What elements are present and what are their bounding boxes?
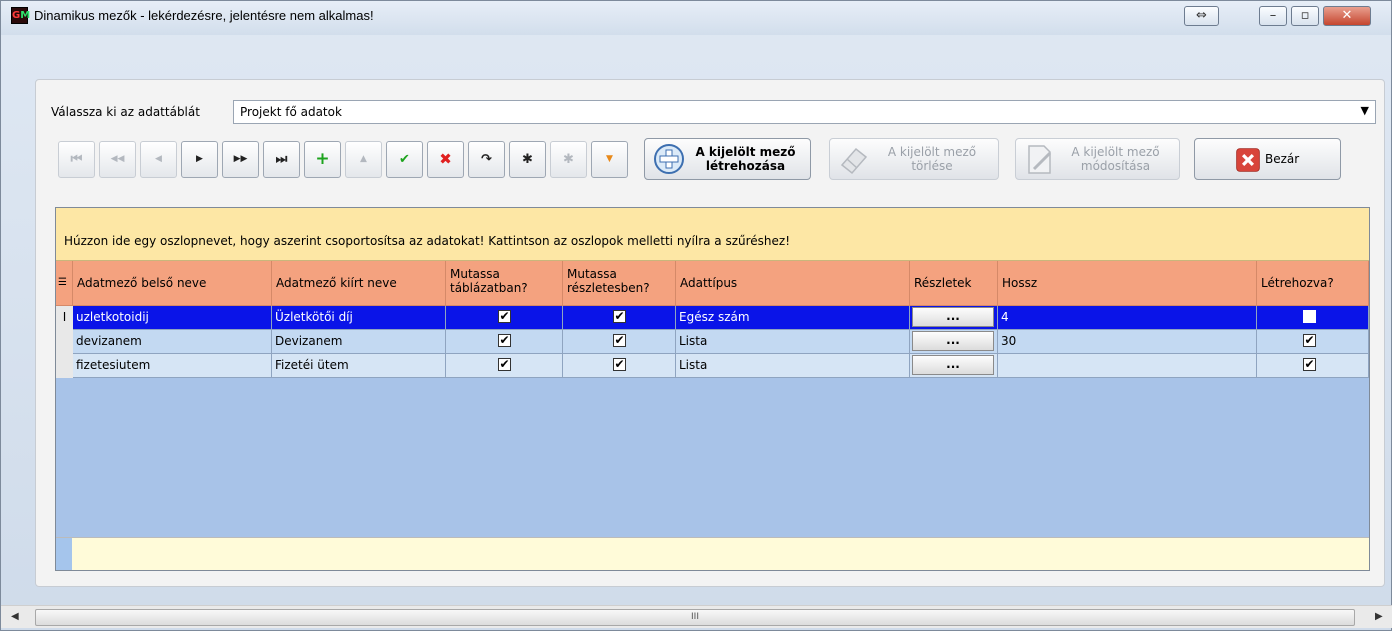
create-field-button[interactable]: A kijelölt mező létrehozása [644,138,811,180]
chevron-down-icon[interactable]: ▼ [1361,104,1369,117]
scrollbar-thumb[interactable]: III [35,609,1355,626]
cell-show-in-table[interactable]: ✔ [446,330,563,354]
group-by-panel[interactable]: Húzzon ide egy oszlopnevet, hogy aszerin… [56,208,1369,261]
col-length[interactable]: Hossz [998,261,1257,306]
column-chooser-icon[interactable]: ☰ [56,261,73,306]
check-icon[interactable]: ✔ [386,141,423,178]
cell-length[interactable]: 4 [998,306,1257,330]
restore-arrows-button[interactable]: ⇔ [1184,6,1219,26]
maximize-button[interactable]: ▫ [1291,6,1319,26]
scroll-left-icon[interactable]: ◀ [11,611,19,622]
cell-display-name[interactable]: Üzletkötői díj [272,306,446,330]
asterisk-icon[interactable]: ✱ [509,141,546,178]
checkbox-checked[interactable]: ✔ [498,310,511,323]
new-row-footer[interactable] [56,537,1369,570]
cell-length[interactable]: 30 [998,330,1257,354]
delete-field-label: A kijelölt mező törlése [887,145,977,173]
prev-page-icon[interactable]: ◀◀ [99,141,136,178]
horizontal-scrollbar[interactable]: ◀ III ▶ [1,605,1392,628]
cell-length[interactable] [998,354,1257,378]
plus-circle-icon [654,144,684,174]
checkbox-checked[interactable]: ✔ [498,358,511,371]
minimize-button[interactable]: – [1259,6,1287,26]
cell-created[interactable]: ✔ [1257,354,1369,378]
close-window-button[interactable]: ✕ [1323,6,1371,26]
cell-internal-name[interactable]: uzletkotoidij [73,306,272,330]
table-selector-label: Válassza ki az adattáblát [51,105,200,119]
cell-internal-name[interactable]: devizanem [73,330,272,354]
filter-icon[interactable]: ▼ [591,141,628,178]
prev-icon[interactable]: ◀ [140,141,177,178]
col-details[interactable]: Részletek [910,261,998,306]
modify-field-button[interactable]: A kijelölt mező módosítása [1015,138,1180,180]
first-icon[interactable]: ⏮ [58,141,95,178]
table-selector[interactable]: Projekt fő adatok ▼ [233,100,1376,124]
row-indicator [56,354,74,378]
close-button[interactable]: Bezár [1194,138,1341,180]
window-title: Dinamikus mezők - lekérdezésre, jelentés… [34,8,374,23]
checkbox-checked[interactable]: ✔ [1303,358,1316,371]
cell-internal-name[interactable]: fizetesiutem [73,354,272,378]
title-bar: GM Dinamikus mezők - lekérdezésre, jelen… [1,1,1391,35]
footer-indicator [56,538,72,570]
col-show-in-table[interactable]: Mutassa táblázatban? [446,261,563,306]
asterisk-disabled-icon[interactable]: ✱ [550,141,587,178]
eraser-icon [840,147,868,175]
close-red-icon [1236,148,1260,172]
cell-show-in-detail[interactable]: ✔ [563,330,676,354]
refresh-icon[interactable]: ↷ [468,141,505,178]
main-window: GM Dinamikus mezők - lekérdezésre, jelen… [0,0,1392,631]
edit-document-icon [1028,145,1052,174]
col-show-in-detail[interactable]: Mutassa részletesben? [563,261,676,306]
details-button[interactable]: ... [912,307,994,327]
cell-details[interactable]: ... [910,330,998,354]
checkbox-unchecked[interactable] [1303,310,1316,323]
create-field-label: A kijelölt mező létrehozása [695,145,796,173]
cell-show-in-detail[interactable]: ✔ [563,354,676,378]
scroll-right-icon[interactable]: ▶ [1375,611,1383,622]
add-icon[interactable]: + [304,141,341,178]
cell-data-type[interactable]: Lista [676,354,910,378]
details-button[interactable]: ... [912,331,994,351]
table-selector-value: Projekt fő adatok [240,105,342,119]
checkbox-checked[interactable]: ✔ [498,334,511,347]
col-created[interactable]: Létrehozva? [1257,261,1369,306]
checkbox-checked[interactable]: ✔ [613,310,626,323]
cell-data-type[interactable]: Egész szám [676,306,910,330]
col-display-name[interactable]: Adatmező kiírt neve [272,261,446,306]
cell-show-in-table[interactable]: ✔ [446,306,563,330]
col-data-type[interactable]: Adattípus [676,261,910,306]
checkbox-checked[interactable]: ✔ [613,334,626,347]
col-internal-name[interactable]: Adatmező belső neve [73,261,272,306]
group-by-hint: Húzzon ide egy oszlopnevet, hogy aszerin… [64,234,791,248]
checkbox-checked[interactable]: ✔ [613,358,626,371]
cell-created[interactable]: ✔ [1257,330,1369,354]
row-cursor: I [56,306,74,330]
delete-field-button[interactable]: A kijelölt mező törlése [829,138,999,180]
up-icon[interactable]: ▲ [345,141,382,178]
cell-created[interactable] [1257,306,1369,330]
close-label: Bezár [1265,152,1300,166]
fields-grid: Húzzon ide egy oszlopnevet, hogy aszerin… [55,207,1370,571]
cell-data-type[interactable]: Lista [676,330,910,354]
modify-field-label: A kijelölt mező módosítása [1071,145,1160,173]
cell-show-in-detail[interactable]: ✔ [563,306,676,330]
cell-display-name[interactable]: Devizanem [272,330,446,354]
last-icon[interactable]: ⏭ [263,141,300,178]
cancel-icon[interactable]: ✖ [427,141,464,178]
app-logo-icon: GM [11,7,30,24]
row-indicator [56,330,74,354]
cell-details[interactable]: ... [910,306,998,330]
checkbox-checked[interactable]: ✔ [1303,334,1316,347]
next-icon[interactable]: ▶ [181,141,218,178]
cell-display-name[interactable]: Fizetéi ütem [272,354,446,378]
cell-show-in-table[interactable]: ✔ [446,354,563,378]
next-page-icon[interactable]: ▶▶ [222,141,259,178]
details-button[interactable]: ... [912,355,994,375]
cell-details[interactable]: ... [910,354,998,378]
